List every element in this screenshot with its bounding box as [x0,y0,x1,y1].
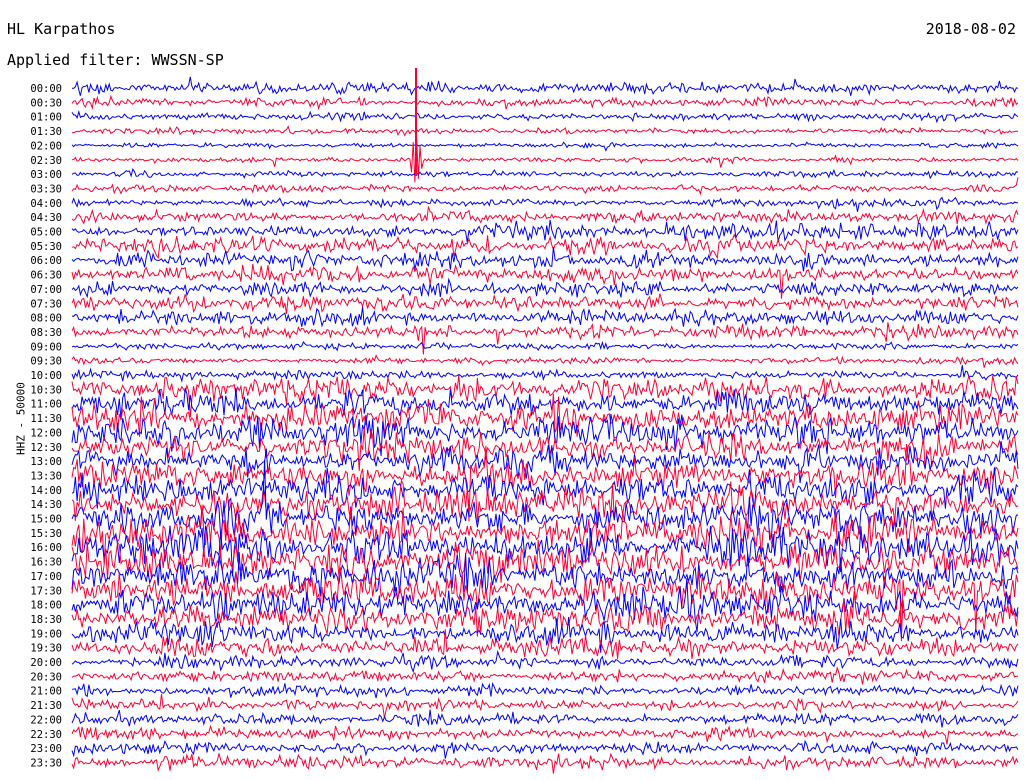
time-tick-label: 10:30 [30,384,62,396]
time-tick-label: 15:30 [30,528,62,540]
trace-row-2300 [71,739,1019,759]
trace-row-0630 [71,263,1019,299]
time-tick-label: 15:00 [30,514,62,526]
time-tick-label: 17:00 [30,571,62,583]
trace-row-0500 [71,219,1019,243]
time-tick-label: 05:00 [30,227,62,239]
time-tick-label: 04:00 [30,198,62,210]
trace-row-1230 [71,427,1019,471]
time-tick-label: 00:00 [30,83,62,95]
trace-row-1030 [71,374,1019,418]
trace-row-2030 [71,666,1018,685]
trace-row-0100 [71,109,1019,124]
trace-row-0130 [71,125,1018,137]
time-tick-label: 00:30 [30,97,62,109]
time-tick-label: 08:00 [30,313,62,325]
trace-row-0730 [71,293,1019,314]
time-tick-label: 03:30 [30,183,62,195]
time-tick-label: 20:00 [30,657,62,669]
time-tick-label: 22:00 [30,714,62,726]
trace-row-2230 [71,724,1019,745]
trace-row-0700 [71,277,1019,299]
time-tick-label: 04:30 [30,212,62,224]
trace-row-0800 [71,306,1019,328]
trace-row-2100 [71,681,1019,699]
trace-row-0930 [71,354,1019,368]
trace-row-1000 [71,365,1019,383]
time-tick-label: 13:00 [30,456,62,468]
time-tick-label: 14:30 [30,499,62,511]
time-tick-label: 22:30 [30,729,62,741]
trace-row-0000 [71,76,1019,96]
time-tick-label: 01:30 [30,126,62,138]
trace-row-0300 [71,168,1019,180]
trace-row-0430 [71,206,1019,226]
time-tick-label: 11:30 [30,413,62,425]
time-tick-label: 21:30 [30,700,62,712]
trace-row-0400 [71,196,1019,212]
trace-row-2200 [71,709,1019,728]
time-tick-label: 18:30 [30,614,62,626]
time-tick-label: 07:00 [30,284,62,296]
time-tick-label: 09:30 [30,356,62,368]
trace-row-0330 [71,177,1019,196]
trace-row-0030 [71,94,1019,111]
time-tick-label: 16:00 [30,542,62,554]
time-tick-label: 14:00 [30,485,62,497]
time-tick-label: 19:00 [30,628,62,640]
time-tick-label: 17:30 [30,585,62,597]
time-tick-label: 08:30 [30,327,62,339]
time-tick-label: 13:30 [30,470,62,482]
trace-row-0900 [71,340,1019,352]
time-tick-label: 06:30 [30,270,62,282]
time-tick-label: 03:00 [30,169,62,181]
trace-row-2130 [71,693,1019,719]
time-tick-label: 12:30 [30,442,62,454]
time-tick-label: 23:00 [30,743,62,755]
time-tick-label: 07:30 [30,298,62,310]
time-tick-label: 10:00 [30,370,62,382]
time-tick-label: 23:30 [30,757,62,769]
time-tick-label: 20:30 [30,671,62,683]
time-tick-label: 16:30 [30,557,62,569]
time-tick-label: 05:30 [30,241,62,253]
time-tick-label: 02:30 [30,155,62,167]
time-tick-label: 12:00 [30,427,62,439]
time-tick-label: 11:00 [30,399,62,411]
time-tick-label: 18:00 [30,600,62,612]
time-tick-label: 01:00 [30,112,62,124]
helicorder-chart: 00:00 00:30 01:00 01:30 02:00 02:30 03:00 03:30… [30,68,1019,774]
trace-row-0200 [71,141,1019,152]
trace-row-2000 [71,649,1019,674]
time-tick-label: 09:00 [30,341,62,353]
time-tick-label: 19:30 [30,643,62,655]
trace-row-0830 [71,322,1019,355]
time-tick-label: 06:00 [30,255,62,267]
time-tick-label: 21:00 [30,686,62,698]
time-tick-label: 02:00 [30,140,62,152]
trace-row-2330 [71,752,1019,774]
